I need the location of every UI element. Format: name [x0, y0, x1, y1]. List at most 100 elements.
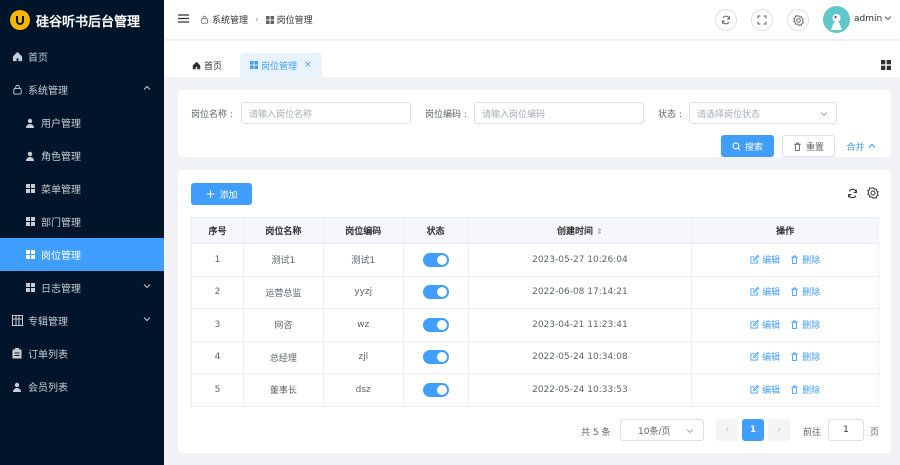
position-code-input[interactable]: 请输入岗位编码 — [474, 102, 644, 124]
chevron-up-icon — [868, 143, 875, 148]
sidebar-item-albums[interactable]: 专辑管理 — [0, 304, 164, 337]
grid-icon — [265, 15, 274, 24]
sidebar-item-label: 专辑管理 — [28, 317, 68, 328]
breadcrumb: 系统管理 › 岗位管理 — [200, 13, 313, 26]
delete-button[interactable]: 删除 — [790, 383, 820, 396]
reset-button[interactable]: 重置 — [782, 135, 835, 157]
chevron-right-icon: › — [777, 425, 781, 435]
clipboard-icon — [11, 348, 23, 360]
refresh-icon[interactable] — [847, 188, 858, 202]
status-label: 状态 : — [658, 110, 682, 120]
avatar[interactable] — [823, 6, 850, 33]
sidebar-item-orders[interactable]: 订单列表 — [0, 337, 164, 370]
search-button[interactable]: 搜索 — [721, 135, 774, 157]
sidebar: 硅谷听书后台管理 首页 系统管理 用户管理 角色管理 菜单管理 部门管理 岗位管… — [0, 0, 164, 465]
status-toggle[interactable] — [422, 252, 449, 267]
chevron-down-icon[interactable] — [884, 14, 892, 25]
sidebar-item-label: 会员列表 — [28, 383, 68, 394]
delete-button[interactable]: 删除 — [790, 253, 820, 266]
tab-label: 岗位管理 — [261, 61, 298, 72]
page-size-select[interactable]: 10条/页 — [620, 419, 704, 441]
sidebar-item-positions[interactable]: 岗位管理 — [0, 238, 164, 271]
delete-button[interactable]: 删除 — [790, 285, 820, 298]
status-toggle[interactable] — [422, 285, 449, 300]
chevron-down-icon — [143, 315, 151, 326]
edit-button[interactable]: 编辑 — [750, 350, 780, 363]
edit-button[interactable]: 编辑 — [750, 318, 780, 331]
cell-actions: 编辑 删除 — [691, 243, 879, 277]
sort-icon[interactable]: ⇕ — [596, 227, 603, 236]
username[interactable]: admin — [854, 14, 882, 24]
edit-label: 编辑 — [762, 288, 781, 299]
sidebar-item-users[interactable]: 用户管理 — [0, 106, 164, 139]
edit-button[interactable]: 编辑 — [750, 383, 780, 396]
sidebar-item-roles[interactable]: 角色管理 — [0, 139, 164, 172]
settings-button[interactable] — [787, 9, 809, 31]
layout-grid-icon[interactable] — [881, 60, 891, 73]
breadcrumb-separator-icon: › — [255, 14, 259, 25]
add-button[interactable]: + 添加 — [191, 183, 252, 205]
user-icon — [24, 117, 36, 129]
sidebar-item-label: 首页 — [28, 53, 48, 64]
sidebar-item-label: 岗位管理 — [41, 251, 81, 262]
goto-page-input[interactable]: 1 — [828, 419, 864, 441]
table-row: 1 测试1 测试1 2023-05-27 10:26:04 编辑 删除 — [191, 243, 879, 277]
sidebar-item-system[interactable]: 系统管理 — [0, 73, 164, 106]
tab-label: 首页 — [204, 61, 223, 72]
cell-actions: 编辑 删除 — [691, 373, 879, 407]
pagination-total: 共 5 条 — [581, 428, 611, 438]
page-number-button[interactable]: 1 — [742, 419, 764, 441]
cell-code: dsz — [322, 373, 404, 407]
fullscreen-button[interactable] — [751, 9, 773, 31]
status-select[interactable]: 请选择岗位状态 — [689, 102, 837, 124]
edit-icon — [750, 254, 760, 264]
sidebar-item-home[interactable]: 首页 — [0, 40, 164, 73]
sidebar-item-label: 日志管理 — [41, 284, 81, 295]
grid-icon — [24, 249, 36, 261]
table-row: 3 网咨 wz 2023-04-21 11:23:41 编辑 删除 — [191, 308, 879, 342]
column-header-created[interactable]: 创建时间 ⇕ — [467, 217, 693, 244]
cell-created: 2023-04-21 11:23:41 — [467, 308, 693, 342]
cell-status — [402, 340, 469, 374]
sidebar-item-members[interactable]: 会员列表 — [0, 370, 164, 403]
sidebar-item-menus[interactable]: 菜单管理 — [0, 172, 164, 205]
tab-home[interactable]: 首页 — [182, 53, 232, 77]
cell-index: 3 — [191, 308, 244, 342]
grid-icon — [24, 183, 36, 195]
cell-actions: 编辑 删除 — [691, 340, 879, 374]
tab-positions[interactable]: 岗位管理 × — [240, 53, 322, 77]
column-header-actions: 操作 — [691, 217, 879, 244]
breadcrumb-label: 系统管理 — [212, 16, 249, 26]
cell-name: 运营总监 — [242, 275, 324, 309]
search-icon — [732, 141, 741, 150]
cell-actions: 编辑 删除 — [691, 308, 879, 342]
position-name-input[interactable]: 请输入岗位名称 — [241, 102, 411, 124]
status-toggle[interactable] — [422, 317, 449, 332]
sidebar-item-departments[interactable]: 部门管理 — [0, 205, 164, 238]
collapse-toggle[interactable]: 合并 — [841, 135, 881, 157]
prev-page-button[interactable]: ‹ — [716, 419, 738, 441]
trash-icon — [791, 352, 798, 362]
delete-label: 删除 — [802, 385, 821, 396]
status-toggle[interactable] — [422, 382, 449, 397]
cell-created: 2022-05-24 10:34:08 — [467, 340, 693, 374]
page-size-label: 10条/页 — [638, 426, 671, 437]
edit-button[interactable]: 编辑 — [750, 285, 780, 298]
gear-icon[interactable] — [867, 187, 879, 202]
refresh-button[interactable] — [715, 9, 737, 31]
edit-button[interactable]: 编辑 — [750, 253, 780, 266]
breadcrumb-item[interactable]: 系统管理 — [200, 13, 248, 26]
sidebar-item-logs[interactable]: 日志管理 — [0, 271, 164, 304]
delete-button[interactable]: 删除 — [790, 318, 820, 331]
next-page-button[interactable]: › — [768, 419, 790, 441]
table-header-row: 序号 岗位名称 岗位编码 状态 创建时间 ⇕ 操作 — [191, 217, 879, 244]
goto-label: 前往 — [803, 428, 822, 438]
chevron-up-icon — [143, 84, 151, 95]
delete-button[interactable]: 删除 — [790, 350, 820, 363]
breadcrumb-label: 岗位管理 — [276, 16, 313, 26]
status-toggle[interactable] — [422, 350, 449, 365]
column-header-code: 岗位编码 — [322, 217, 404, 244]
menu-toggle-icon[interactable] — [178, 13, 190, 26]
sidebar-item-label: 角色管理 — [41, 152, 81, 163]
close-icon[interactable]: × — [304, 60, 312, 70]
